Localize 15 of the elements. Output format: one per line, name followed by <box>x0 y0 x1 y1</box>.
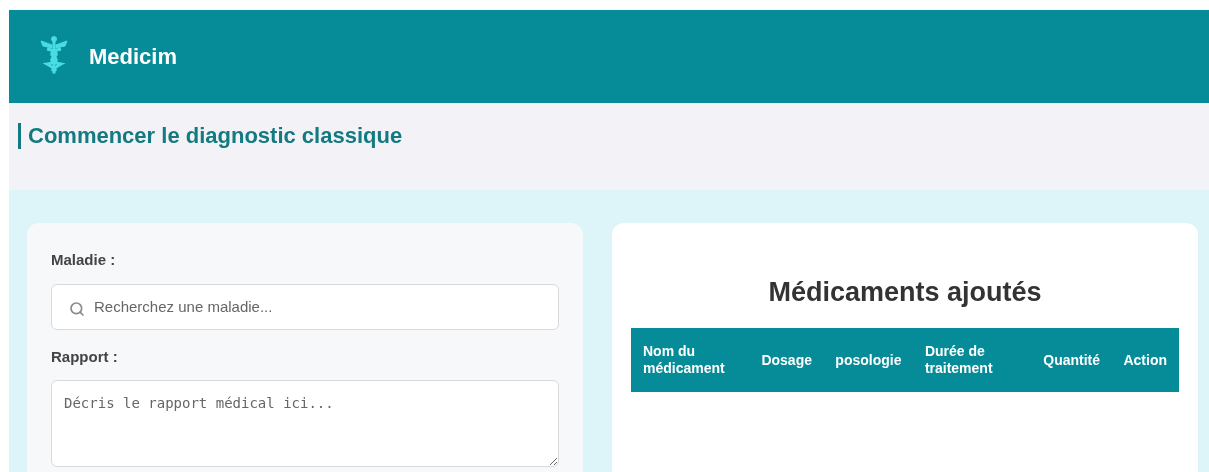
field-label: Rapport : <box>51 346 119 367</box>
column-header: Quantité <box>1043 351 1101 369</box>
medications-title: Médicaments ajoutés <box>767 276 1043 308</box>
search-icon <box>69 300 85 317</box>
caduceus-icon <box>39 34 69 75</box>
column-header: posologie <box>835 351 902 369</box>
column-header: Action <box>1123 351 1167 369</box>
field-label: Maladie : <box>51 250 117 270</box>
brand-name: Medicim <box>89 43 178 71</box>
page-title: Commencer le diagnostic classique <box>18 123 1209 149</box>
report-field[interactable]: Décris le rapport médical ici... <box>51 380 559 467</box>
search-field[interactable]: Recherchez une maladie... <box>51 283 559 330</box>
column-header: Dosage <box>761 351 812 369</box>
column-header: Nom du médicament <box>643 343 726 377</box>
column-header: Durée de traitement <box>924 343 994 377</box>
